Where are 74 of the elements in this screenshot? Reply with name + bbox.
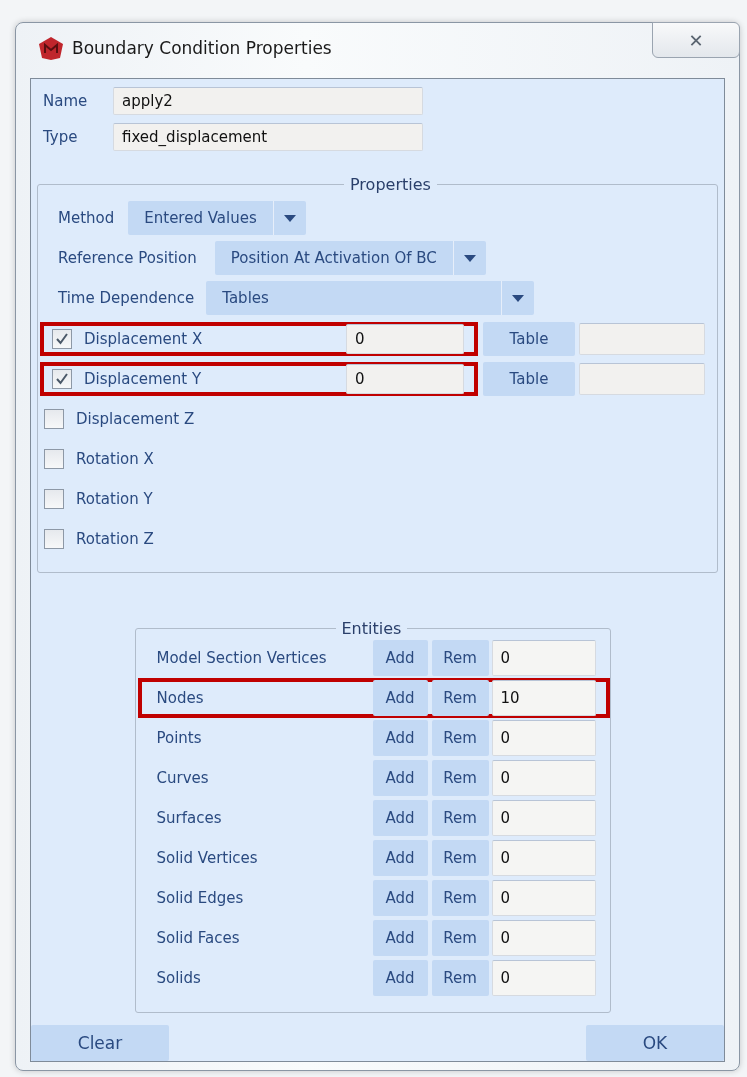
count-field[interactable]: 0 xyxy=(491,960,596,996)
table-button[interactable]: Table xyxy=(483,362,575,396)
count-field[interactable]: 0 xyxy=(491,800,596,836)
table-button[interactable]: Table xyxy=(483,322,575,356)
remove-button[interactable]: Rem xyxy=(431,920,489,956)
close-button[interactable]: ✕ xyxy=(652,22,740,58)
count-field[interactable]: 10 xyxy=(491,680,596,716)
dropdown-label: Method xyxy=(58,209,115,227)
entity-label: Solid Faces xyxy=(156,929,241,947)
entity-label: Nodes xyxy=(156,689,205,707)
checkbox[interactable] xyxy=(44,529,64,549)
remove-button[interactable]: Rem xyxy=(431,680,489,716)
checkbox[interactable] xyxy=(44,409,64,429)
checkbox-label: Rotation Z xyxy=(76,530,155,548)
text-field[interactable]: fixed_displacement xyxy=(113,123,423,151)
add-button[interactable]: Add xyxy=(372,760,428,796)
group-title: Entities xyxy=(340,619,403,638)
entity-label: Curves xyxy=(156,769,210,787)
add-button[interactable]: Add xyxy=(372,720,428,756)
entity-label: Solid Edges xyxy=(156,889,245,907)
dropdown-arrow-icon xyxy=(283,214,296,222)
entity-label: Surfaces xyxy=(156,809,223,827)
checkbox-label: Displacement X xyxy=(84,330,204,348)
checkbox-label: Rotation X xyxy=(76,450,155,468)
value-field[interactable]: 0 xyxy=(346,364,464,394)
dropdown-label: Time Dependence xyxy=(58,289,195,307)
entity-label: Points xyxy=(156,729,203,747)
add-button[interactable]: Add xyxy=(372,880,428,916)
dropdown[interactable]: Tables xyxy=(206,281,535,315)
entity-label: Solids xyxy=(156,969,202,987)
checkbox[interactable] xyxy=(52,329,72,349)
count-field[interactable]: 0 xyxy=(491,640,596,676)
remove-button[interactable]: Rem xyxy=(431,960,489,996)
add-button[interactable]: Add xyxy=(372,920,428,956)
remove-button[interactable]: Rem xyxy=(431,760,489,796)
dropdown[interactable]: Entered Values xyxy=(128,201,306,235)
add-button[interactable]: Add xyxy=(372,640,428,676)
remove-button[interactable]: Rem xyxy=(431,640,489,676)
dialog-button[interactable]: OK xyxy=(586,1025,724,1061)
remove-button[interactable]: Rem xyxy=(431,880,489,916)
checkbox[interactable] xyxy=(44,449,64,469)
count-field[interactable]: 0 xyxy=(491,880,596,916)
checkbox-label: Rotation Y xyxy=(76,490,154,508)
remove-button[interactable]: Rem xyxy=(431,840,489,876)
add-button[interactable]: Add xyxy=(372,680,428,716)
remove-button[interactable]: Rem xyxy=(431,800,489,836)
group-title: Properties xyxy=(349,175,432,194)
remove-button[interactable]: Rem xyxy=(431,720,489,756)
app-logo-icon xyxy=(38,36,64,60)
entity-label: Model Section Vertices xyxy=(156,649,328,667)
dropdown-arrow-icon xyxy=(463,254,476,262)
text-field[interactable]: apply2 xyxy=(113,87,423,115)
dropdown-arrow-icon xyxy=(512,294,525,302)
table-field[interactable] xyxy=(579,323,705,355)
checkbox-label: Displacement Y xyxy=(84,370,203,388)
checkbox-label: Displacement Z xyxy=(76,410,196,428)
window-title: Boundary Condition Properties xyxy=(72,38,332,58)
dropdown[interactable]: Position At Activation Of BC xyxy=(214,241,486,275)
dropdown-label: Reference Position xyxy=(58,249,197,267)
add-button[interactable]: Add xyxy=(372,800,428,836)
dialog-button[interactable]: Clear xyxy=(31,1025,169,1061)
table-field[interactable] xyxy=(579,363,705,395)
checkbox[interactable] xyxy=(52,369,72,389)
value-field[interactable]: 0 xyxy=(346,324,464,354)
add-button[interactable]: Add xyxy=(372,960,428,996)
count-field[interactable]: 0 xyxy=(491,760,596,796)
field-label: Name xyxy=(43,92,89,110)
field-label: Type xyxy=(43,128,79,146)
checkbox[interactable] xyxy=(44,489,64,509)
count-field[interactable]: 0 xyxy=(491,840,596,876)
count-field[interactable]: 0 xyxy=(491,920,596,956)
count-field[interactable]: 0 xyxy=(491,720,596,756)
entity-label: Solid Vertices xyxy=(156,849,259,867)
add-button[interactable]: Add xyxy=(372,840,428,876)
